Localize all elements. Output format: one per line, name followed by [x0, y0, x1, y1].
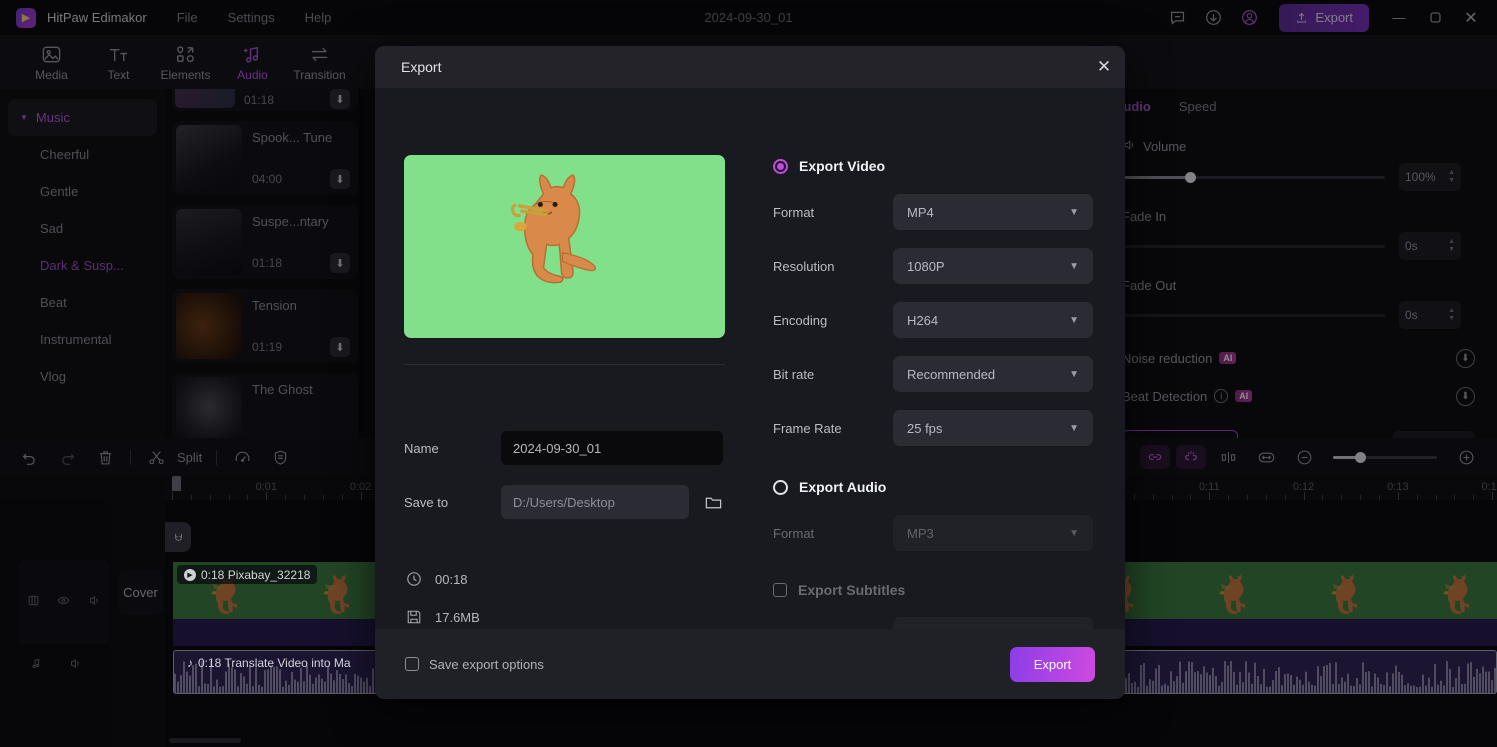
clock-icon: [406, 571, 422, 587]
bitrate-value: Recommended: [907, 366, 996, 382]
dialog-body: Name 2024-09-30_01 Save to D:/Users/Desk…: [375, 88, 1125, 653]
chevron-down-icon: ▼: [1069, 314, 1079, 326]
resolution-row: Resolution 1080P ▼: [773, 248, 1093, 284]
encoding-select[interactable]: H264 ▼: [893, 302, 1093, 338]
framerate-row: Frame Rate 25 fps ▼: [773, 410, 1093, 446]
resolution-select[interactable]: 1080P ▼: [893, 248, 1093, 284]
chevron-down-icon: ▼: [1069, 260, 1079, 272]
file-size-value: 17.6MB: [435, 609, 480, 625]
divider: [404, 364, 725, 365]
encoding-value: H264: [907, 312, 939, 328]
name-label: Name: [404, 440, 439, 456]
video-clip-label: 0:18 Pixabay_32218: [201, 567, 311, 582]
save-export-options-row[interactable]: Save export options: [405, 657, 544, 672]
duration-value: 00:18: [435, 571, 468, 587]
resolution-label: Resolution: [773, 258, 835, 274]
format-label: Format: [773, 204, 815, 220]
chevron-down-icon: ▼: [1069, 368, 1079, 380]
framerate-select[interactable]: 25 fps ▼: [893, 410, 1093, 446]
chevron-down-icon: ▼: [1069, 422, 1079, 434]
save-export-options-checkbox[interactable]: [405, 657, 419, 671]
encoding-row: Encoding H264 ▼: [773, 302, 1093, 338]
audio-format-row: Format MP3 ▼: [773, 515, 1093, 551]
export-audio-title: Export Audio: [799, 479, 887, 495]
bitrate-label: Bit rate: [773, 366, 815, 382]
export-audio-radio-row[interactable]: Export Audio: [773, 479, 886, 495]
dialog-footer: Save export options Export: [375, 629, 1125, 699]
name-input[interactable]: 2024-09-30_01: [501, 431, 723, 465]
video-preview: [404, 155, 725, 338]
save-to-row: Save to D:/Users/Desktop: [404, 485, 744, 519]
audio-clip-label: 0:18 Translate Video into Ma: [198, 655, 351, 670]
duration-row: 00:18: [406, 571, 468, 587]
folder-icon[interactable]: [700, 489, 726, 515]
encoding-label: Encoding: [773, 312, 828, 328]
name-input-value: 2024-09-30_01: [513, 440, 602, 456]
export-confirm-button[interactable]: Export: [1010, 646, 1095, 682]
export-subtitles-row[interactable]: Export Subtitles: [773, 582, 905, 598]
save-to-input[interactable]: D:/Users/Desktop: [501, 485, 689, 519]
bitrate-select[interactable]: Recommended ▼: [893, 356, 1093, 392]
format-row: Format MP4 ▼: [773, 194, 1093, 230]
export-subtitles-title: Export Subtitles: [798, 582, 906, 598]
video-clip-label-group: ▶ 0:18 Pixabay_32218: [177, 565, 318, 584]
chevron-down-icon: ▼: [1069, 527, 1079, 539]
chevron-down-icon: ▼: [1069, 206, 1079, 218]
disk-icon: [406, 609, 422, 625]
export-video-radio[interactable]: [773, 158, 788, 174]
export-dialog: Export ✕ Name 2024-09-30_01 Save to D:/U…: [375, 46, 1125, 699]
resolution-value: 1080P: [907, 258, 945, 274]
export-subtitles-checkbox[interactable]: [773, 583, 787, 597]
format-value: MP4: [907, 204, 934, 220]
music-note-icon: ♪: [187, 655, 193, 670]
name-row: Name 2024-09-30_01: [404, 431, 725, 465]
save-export-options-label: Save export options: [429, 656, 544, 672]
dialog-title: Export: [401, 59, 442, 75]
save-to-label: Save to: [404, 494, 449, 510]
export-video-title: Export Video: [799, 158, 886, 174]
format-select[interactable]: MP4 ▼: [893, 194, 1093, 230]
bitrate-row: Bit rate Recommended ▼: [773, 356, 1093, 392]
framerate-value: 25 fps: [907, 420, 943, 436]
file-size-row: 17.6MB: [406, 609, 480, 625]
dialog-header: Export ✕: [375, 46, 1125, 88]
audio-clip-label-group: ♪ 0:18 Translate Video into Ma: [180, 653, 358, 672]
close-icon[interactable]: ✕: [1083, 46, 1125, 88]
audio-format-value: MP3: [907, 525, 934, 541]
framerate-label: Frame Rate: [773, 420, 842, 436]
play-icon: ▶: [184, 568, 196, 581]
save-to-value: D:/Users/Desktop: [513, 494, 615, 510]
export-audio-radio[interactable]: [773, 479, 788, 495]
export-video-radio-row[interactable]: Export Video: [773, 158, 885, 174]
audio-format-label: Format: [773, 525, 815, 541]
audio-format-select: MP3 ▼: [893, 515, 1093, 551]
